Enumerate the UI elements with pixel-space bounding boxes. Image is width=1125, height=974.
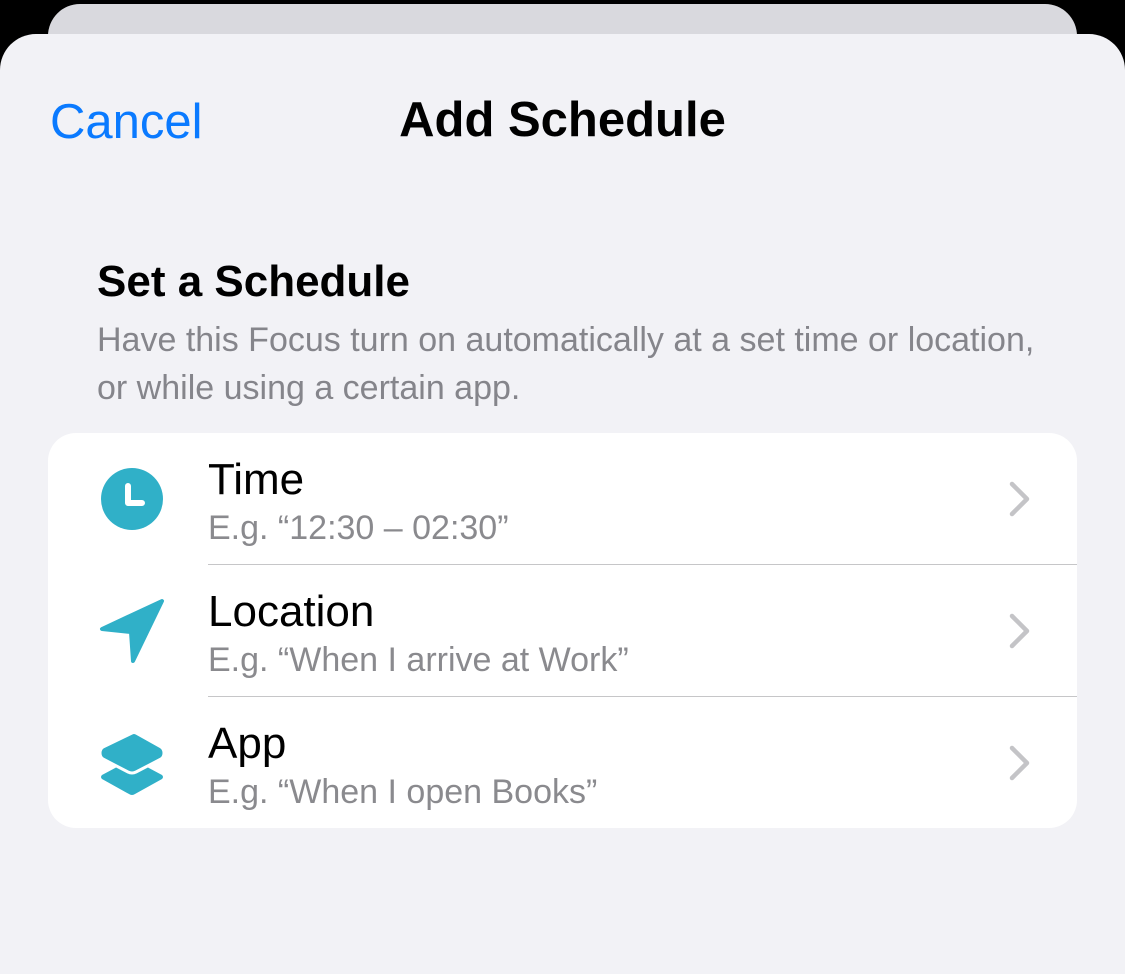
location-arrow-icon xyxy=(100,599,164,663)
option-example: E.g. “When I open Books” xyxy=(208,773,598,811)
option-row-app[interactable]: App E.g. “When I open Books” xyxy=(48,697,1077,828)
option-label: Location xyxy=(208,587,375,636)
section-description: Have this Focus turn on automatically at… xyxy=(97,321,1035,407)
app-layers-icon xyxy=(98,731,166,795)
option-example: E.g. “When I arrive at Work” xyxy=(208,641,629,679)
page-title: Add Schedule xyxy=(399,93,726,147)
option-example: E.g. “12:30 – 02:30” xyxy=(208,509,509,547)
schedule-options-list: Time E.g. “12:30 – 02:30” Location E.g. … xyxy=(48,433,1077,828)
option-label: Time xyxy=(208,455,305,504)
add-schedule-sheet: Cancel Add Schedule Set a Schedule Have … xyxy=(0,34,1125,974)
chevron-right-icon xyxy=(1009,481,1030,517)
chevron-right-icon xyxy=(1009,745,1030,781)
chevron-right-icon xyxy=(1009,613,1030,649)
clock-icon xyxy=(101,468,163,530)
section-title: Set a Schedule xyxy=(97,257,411,306)
option-row-location[interactable]: Location E.g. “When I arrive at Work” xyxy=(48,565,1077,696)
option-label: App xyxy=(208,719,287,768)
option-row-time[interactable]: Time E.g. “12:30 – 02:30” xyxy=(48,433,1077,564)
